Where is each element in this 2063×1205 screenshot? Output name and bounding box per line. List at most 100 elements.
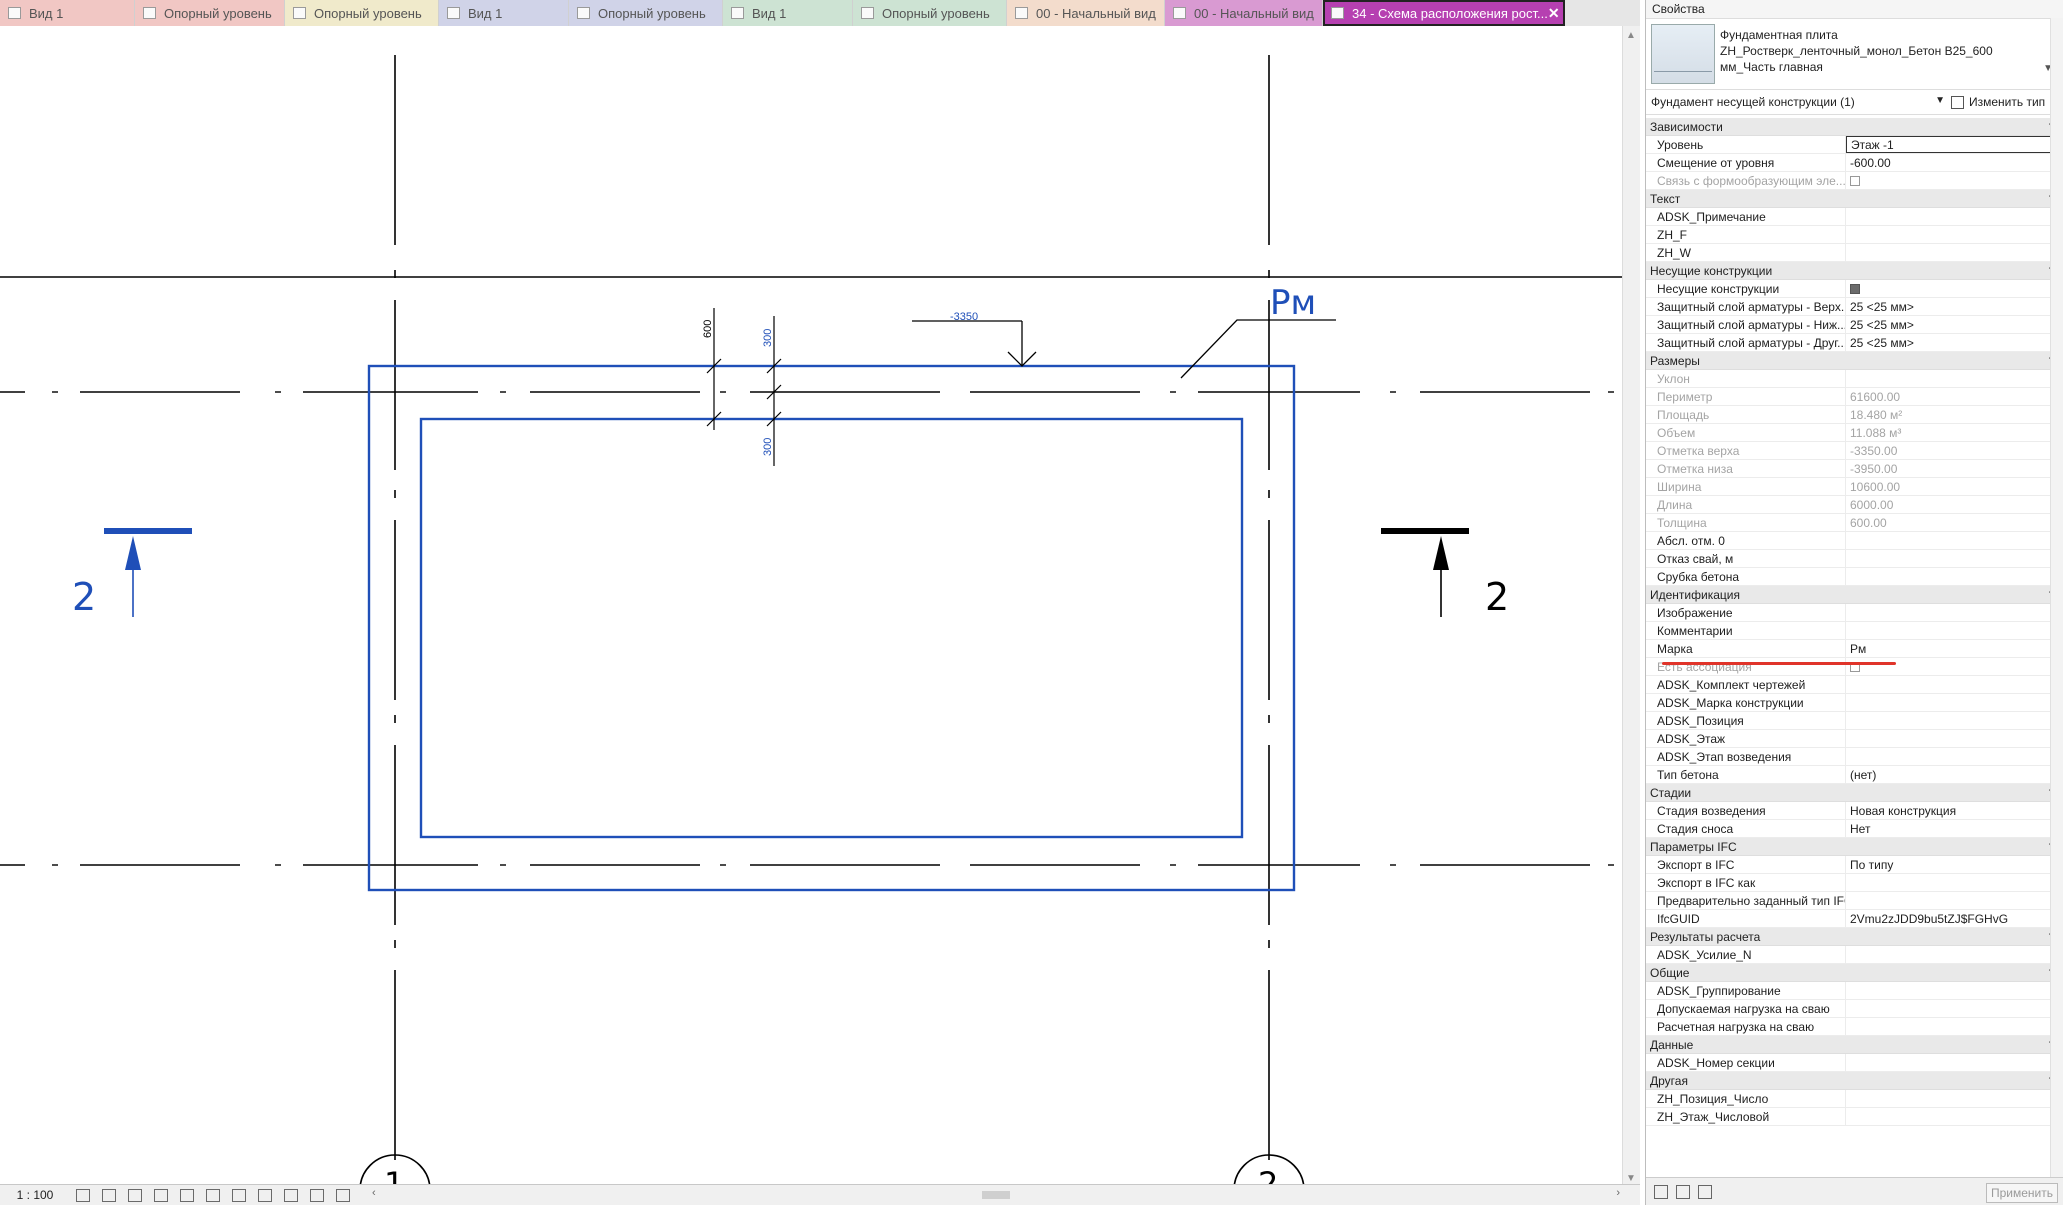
tab-7[interactable]: 00 - Начальный вид <box>1007 0 1165 26</box>
apply-button[interactable]: Применить <box>1986 1183 2058 1203</box>
property-value[interactable]: Рм <box>1846 640 2063 657</box>
properties-scrollbar[interactable] <box>2050 18 2063 1177</box>
property-value[interactable]: Этаж -1 <box>1846 136 2063 153</box>
canvas-vertical-scrollbar[interactable]: ▲ ▼ <box>1622 26 1640 1188</box>
crop-region-icon[interactable] <box>206 1188 220 1202</box>
property-value[interactable] <box>1846 1000 2063 1017</box>
category-header[interactable]: Стадии⌃ <box>1646 784 2063 802</box>
category-header[interactable]: Размеры⌃ <box>1646 352 2063 370</box>
property-value[interactable]: 25 <25 мм> <box>1846 316 2063 333</box>
property-row: Экспорт в IFC как <box>1646 874 2063 892</box>
foundation-slab-outer[interactable] <box>367 364 1296 892</box>
sort-descending-icon[interactable] <box>1698 1185 1712 1199</box>
tab-0[interactable]: Вид 1 <box>0 0 135 26</box>
category-header[interactable]: Идентификация⌃ <box>1646 586 2063 604</box>
detail-level-icon[interactable] <box>76 1188 90 1202</box>
drawing-svg[interactable]: 600 300 300 -3350 Рм 2 2 1 2 <box>0 26 1622 1188</box>
property-value[interactable] <box>1846 1054 2063 1071</box>
category-header[interactable]: Данные⌃ <box>1646 1036 2063 1054</box>
property-value[interactable] <box>1846 748 2063 765</box>
property-value[interactable]: (нет) <box>1846 766 2063 783</box>
property-value[interactable]: -600.00 <box>1846 154 2063 171</box>
property-value[interactable] <box>1846 1108 2063 1125</box>
property-value[interactable]: Новая конструкция <box>1846 802 2063 819</box>
category-header[interactable]: Текст⌃ <box>1646 190 2063 208</box>
section-marker-right[interactable] <box>1381 528 1469 617</box>
property-value[interactable] <box>1846 676 2063 693</box>
close-icon[interactable]: ✕ <box>1548 5 1560 22</box>
categorized-view-icon[interactable] <box>1654 1185 1668 1199</box>
category-header[interactable]: Результаты расчета⌃ <box>1646 928 2063 946</box>
category-header[interactable]: Несущие конструкции⌃ <box>1646 262 2063 280</box>
property-value[interactable]: По типу <box>1846 856 2063 873</box>
temporary-hide-icon[interactable] <box>232 1188 246 1202</box>
mark-tag-label[interactable]: Рм <box>1270 283 1316 323</box>
property-row: Тип бетона (нет) <box>1646 766 2063 784</box>
property-value[interactable] <box>1846 532 2063 549</box>
property-value[interactable] <box>1846 694 2063 711</box>
property-value[interactable]: Нет <box>1846 820 2063 837</box>
property-value[interactable] <box>1846 622 2063 639</box>
property-value[interactable] <box>1846 946 2063 963</box>
property-value[interactable] <box>1846 226 2063 243</box>
tab-6[interactable]: Опорный уровень <box>853 0 1007 26</box>
tab-1[interactable]: Опорный уровень <box>135 0 285 26</box>
property-value[interactable] <box>1846 982 2063 999</box>
tab-4[interactable]: Опорный уровень <box>569 0 723 26</box>
property-value[interactable] <box>1846 550 2063 567</box>
visual-style-icon[interactable] <box>102 1188 116 1202</box>
scroll-down-icon[interactable]: ▼ <box>1626 1173 1636 1184</box>
property-name: Связь с формообразующим эле... <box>1646 172 1846 189</box>
category-header[interactable]: Зависимости⌃ <box>1646 118 2063 136</box>
scroll-left-icon[interactable]: ‹ <box>372 1187 376 1199</box>
category-header[interactable]: Параметры IFC⌃ <box>1646 838 2063 856</box>
property-value[interactable] <box>1846 568 2063 585</box>
reveal-hidden-icon[interactable] <box>258 1188 272 1202</box>
property-value[interactable] <box>1846 1090 2063 1107</box>
property-value[interactable] <box>1846 874 2063 891</box>
level-tag[interactable] <box>912 320 1037 367</box>
category-header[interactable]: Общие⌃ <box>1646 964 2063 982</box>
worksharing-icon[interactable] <box>336 1188 350 1202</box>
instance-filter-dropdown[interactable]: Фундамент несущей конструкции (1) ▼ <box>1651 95 1951 109</box>
property-value[interactable]: 25 <25 мм> <box>1846 298 2063 315</box>
tab-2[interactable]: Опорный уровень <box>285 0 439 26</box>
property-value[interactable] <box>1846 208 2063 225</box>
property-value[interactable] <box>1846 280 2063 297</box>
property-value[interactable]: 2Vmu2zJDD9bu5tZJ$FGHvG <box>1846 910 2063 927</box>
foundation-slab-inner[interactable] <box>419 417 1244 839</box>
shadows-icon[interactable] <box>154 1188 168 1202</box>
scale-label[interactable]: 1 : 100 <box>0 1188 70 1202</box>
canvas-horizontal-scrollbar[interactable]: ‹ › <box>372 1187 1622 1202</box>
category-label: Другая <box>1650 1074 1688 1088</box>
edit-type-button[interactable]: Изменить тип <box>1951 95 2045 109</box>
property-value[interactable]: 25 <25 мм> <box>1846 334 2063 351</box>
property-value[interactable] <box>1846 730 2063 747</box>
category-header[interactable]: Другая⌃ <box>1646 1072 2063 1090</box>
property-value[interactable] <box>1846 712 2063 729</box>
property-name: Предварительно заданный тип IFC <box>1646 892 1846 909</box>
property-name: ADSK_Этап возведения <box>1646 748 1846 765</box>
tab-8[interactable]: 00 - Начальный вид <box>1165 0 1323 26</box>
property-value[interactable] <box>1846 892 2063 909</box>
mark-leader[interactable] <box>1180 319 1336 379</box>
analytical-model-icon[interactable] <box>284 1188 298 1202</box>
property-value[interactable] <box>1846 244 2063 261</box>
property-value[interactable] <box>1846 604 2063 621</box>
crop-view-icon[interactable] <box>180 1188 194 1202</box>
horizontal-scroll-thumb[interactable] <box>982 1191 1010 1199</box>
property-value[interactable] <box>1846 1018 2063 1035</box>
tab-3[interactable]: Вид 1 <box>439 0 569 26</box>
highlight-displacement-icon[interactable] <box>310 1188 324 1202</box>
section-marker-left[interactable] <box>104 528 192 617</box>
tab-9[interactable]: 34 - Схема расположения рост... ✕ <box>1323 0 1565 26</box>
type-selector[interactable]: Фундаментная плита ZH_Ростверк_ленточный… <box>1646 19 2063 90</box>
checkbox[interactable] <box>1850 283 1860 294</box>
drawing-canvas[interactable]: 600 300 300 -3350 Рм 2 2 1 2 <box>0 26 1640 1188</box>
property-name: Отказ свай, м <box>1646 550 1846 567</box>
sun-path-icon[interactable] <box>128 1188 142 1202</box>
scroll-up-icon[interactable]: ▲ <box>1626 30 1636 41</box>
tab-5[interactable]: Вид 1 <box>723 0 853 26</box>
scroll-right-icon[interactable]: › <box>1616 1187 1620 1199</box>
sort-ascending-icon[interactable] <box>1676 1185 1690 1199</box>
